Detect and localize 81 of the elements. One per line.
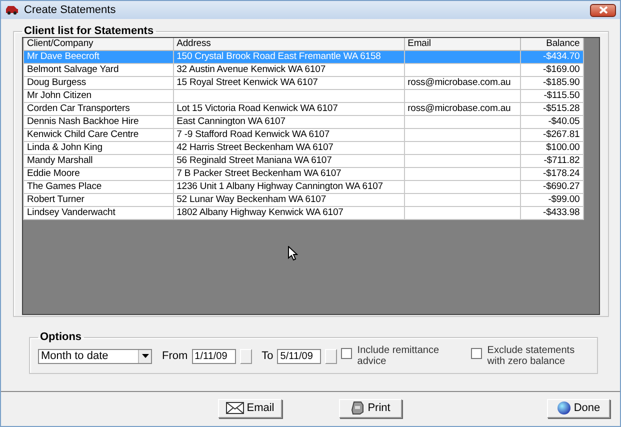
email-button[interactable]: Email <box>218 398 282 418</box>
client-name: Mandy Marshall <box>27 155 93 166</box>
client-row[interactable]: Doug Burgess 15 Royal Street Kenwick WA 6107 ross@microbase.com.au -$185.90 <box>24 76 598 90</box>
print-button[interactable]: Print <box>339 398 402 418</box>
balance-amount: $100.00 <box>546 142 580 153</box>
printer-icon <box>350 401 365 415</box>
client-row[interactable]: Mr John Citizen -$115.50 <box>24 90 598 102</box>
period-dropdown[interactable]: Month to date <box>38 348 152 364</box>
address-text: 32 Austin Avenue Kenwick WA 6107 <box>176 64 326 75</box>
close-button[interactable] <box>590 4 616 16</box>
to-date-field[interactable]: 5/11/09 <box>277 348 322 364</box>
address-text: 42 Harris Street Beckenham WA 6107 <box>176 142 334 153</box>
client-name: Robert Turner <box>27 194 84 205</box>
window-title: Create Statements <box>24 4 116 16</box>
balance-amount: -$434.70 <box>543 51 580 62</box>
client-row[interactable]: Eddie Moore 7 B Packer Street Beckenham WA 6107 -$178.24 <box>24 168 598 180</box>
checkbox-label: Exclude statements with zero balance <box>487 345 576 367</box>
group-title: Options <box>39 331 83 343</box>
address-text: 56 Reginald Street Maniana WA 6107 <box>176 155 332 166</box>
column-header[interactable]: Address <box>173 38 404 50</box>
client-row[interactable]: Linda & John King 42 Harris Street Beckenham WA 6107 $100.00 <box>24 142 598 154</box>
checkbox[interactable] <box>341 348 352 359</box>
checkbox-label: Include remittance advice <box>357 345 440 367</box>
group-title: Client list for Statements <box>23 25 155 37</box>
balance-amount: -$99.00 <box>548 194 580 205</box>
from-label: From <box>162 350 188 362</box>
client-row[interactable]: The Games Place 1236 Unit 1 Albany Highway Cannington WA 6107 -$690.27 <box>24 180 598 194</box>
client-row[interactable]: Mandy Marshall 56 Reginald Street Maniana WA 6107 -$711.82 <box>24 154 598 168</box>
client-name: Eddie Moore <box>27 168 80 179</box>
balance-amount: -$690.27 <box>543 181 580 192</box>
client-name: Kenwick Child Care Centre <box>27 129 139 140</box>
client-name: Corden Car Transporters <box>27 103 130 114</box>
client-name: Lindsey Vanderwacht <box>27 207 116 218</box>
balance-amount: -$433.98 <box>543 207 580 218</box>
balance-amount: -$178.24 <box>543 168 580 179</box>
envelope-icon <box>226 402 244 414</box>
email-text: ross@microbase.com.au <box>408 103 511 114</box>
address-text: 15 Royal Street Kenwick WA 6107 <box>176 77 318 88</box>
client-name: Mr Dave Beecroft <box>27 51 100 62</box>
column-header[interactable]: Client/Company <box>24 38 174 50</box>
date-picker-button[interactable] <box>325 348 338 364</box>
client-row[interactable]: Corden Car Transporters Lot 15 Victoria Road Kenwick WA 6107 ross@microbase.com.au -$515.28 <box>24 102 598 116</box>
client-name: The Games Place <box>27 181 102 192</box>
done-button[interactable]: Done <box>547 398 610 418</box>
globe-icon <box>556 401 571 415</box>
address-text: 150 Crystal Brook Road East Fremantle WA 6158 <box>176 51 381 62</box>
client-name: Doug Burgess <box>27 77 86 88</box>
mouse-cursor-icon <box>288 246 298 261</box>
client-row[interactable]: Robert Turner 52 Lunar Way Beckenham WA 6107 -$99.00 <box>24 194 598 206</box>
client-row[interactable]: Belmont Salvage Yard 32 Austin Avenue Kenwick WA 6107 -$169.00 <box>24 64 598 76</box>
column-header[interactable]: Balance <box>520 38 584 50</box>
balance-amount: -$515.28 <box>543 103 580 114</box>
email-text: ross@microbase.com.au <box>408 77 511 88</box>
client-name: Dennis Nash Backhoe Hire <box>27 116 139 127</box>
client-name: Belmont Salvage Yard <box>27 64 119 75</box>
car-icon <box>5 5 19 15</box>
address-text: 1236 Unit 1 Albany Highway Cannington WA 6107 <box>176 181 383 192</box>
address-text: Lot 15 Victoria Road Kenwick WA 6107 <box>176 103 338 114</box>
balance-amount: -$711.82 <box>544 155 580 166</box>
date-picker-button[interactable] <box>240 348 252 364</box>
address-text: East Cannington WA 6107 <box>176 116 286 127</box>
balance-amount: -$169.00 <box>543 64 580 75</box>
caret-icon <box>142 354 148 358</box>
balance-amount: -$115.50 <box>544 90 580 101</box>
address-text: 52 Lunar Way Beckenham WA 6107 <box>176 194 326 205</box>
client-row[interactable]: Dennis Nash Backhoe Hire East Cannington WA 6107 -$40.05 <box>24 116 598 128</box>
address-text: 7 -9 Stafford Road Kenwick WA 6107 <box>176 129 330 140</box>
client-row[interactable]: Kenwick Child Care Centre 7 -9 Stafford Road Kenwick WA 6107 -$267.81 <box>24 128 598 142</box>
balance-amount: -$40.05 <box>548 116 580 127</box>
to-label: To <box>262 350 274 362</box>
address-text: 1802 Albany Highway Kenwick WA 6107 <box>176 207 344 218</box>
client-row[interactable]: Lindsey Vanderwacht 1802 Albany Highway Kenwick WA 6107 -$433.98 <box>24 206 598 220</box>
client-name: Mr John Citizen <box>27 90 92 101</box>
balance-amount: -$267.81 <box>543 129 580 140</box>
close-icon <box>598 6 608 14</box>
checkbox[interactable] <box>471 348 482 359</box>
client-name: Linda & John King <box>27 142 102 153</box>
address-text: 7 B Packer Street Beckenham WA 6107 <box>176 168 342 179</box>
column-header[interactable]: Email <box>404 38 520 50</box>
from-date-field[interactable]: 1/11/09 <box>192 348 236 364</box>
balance-amount: -$185.90 <box>543 77 580 88</box>
